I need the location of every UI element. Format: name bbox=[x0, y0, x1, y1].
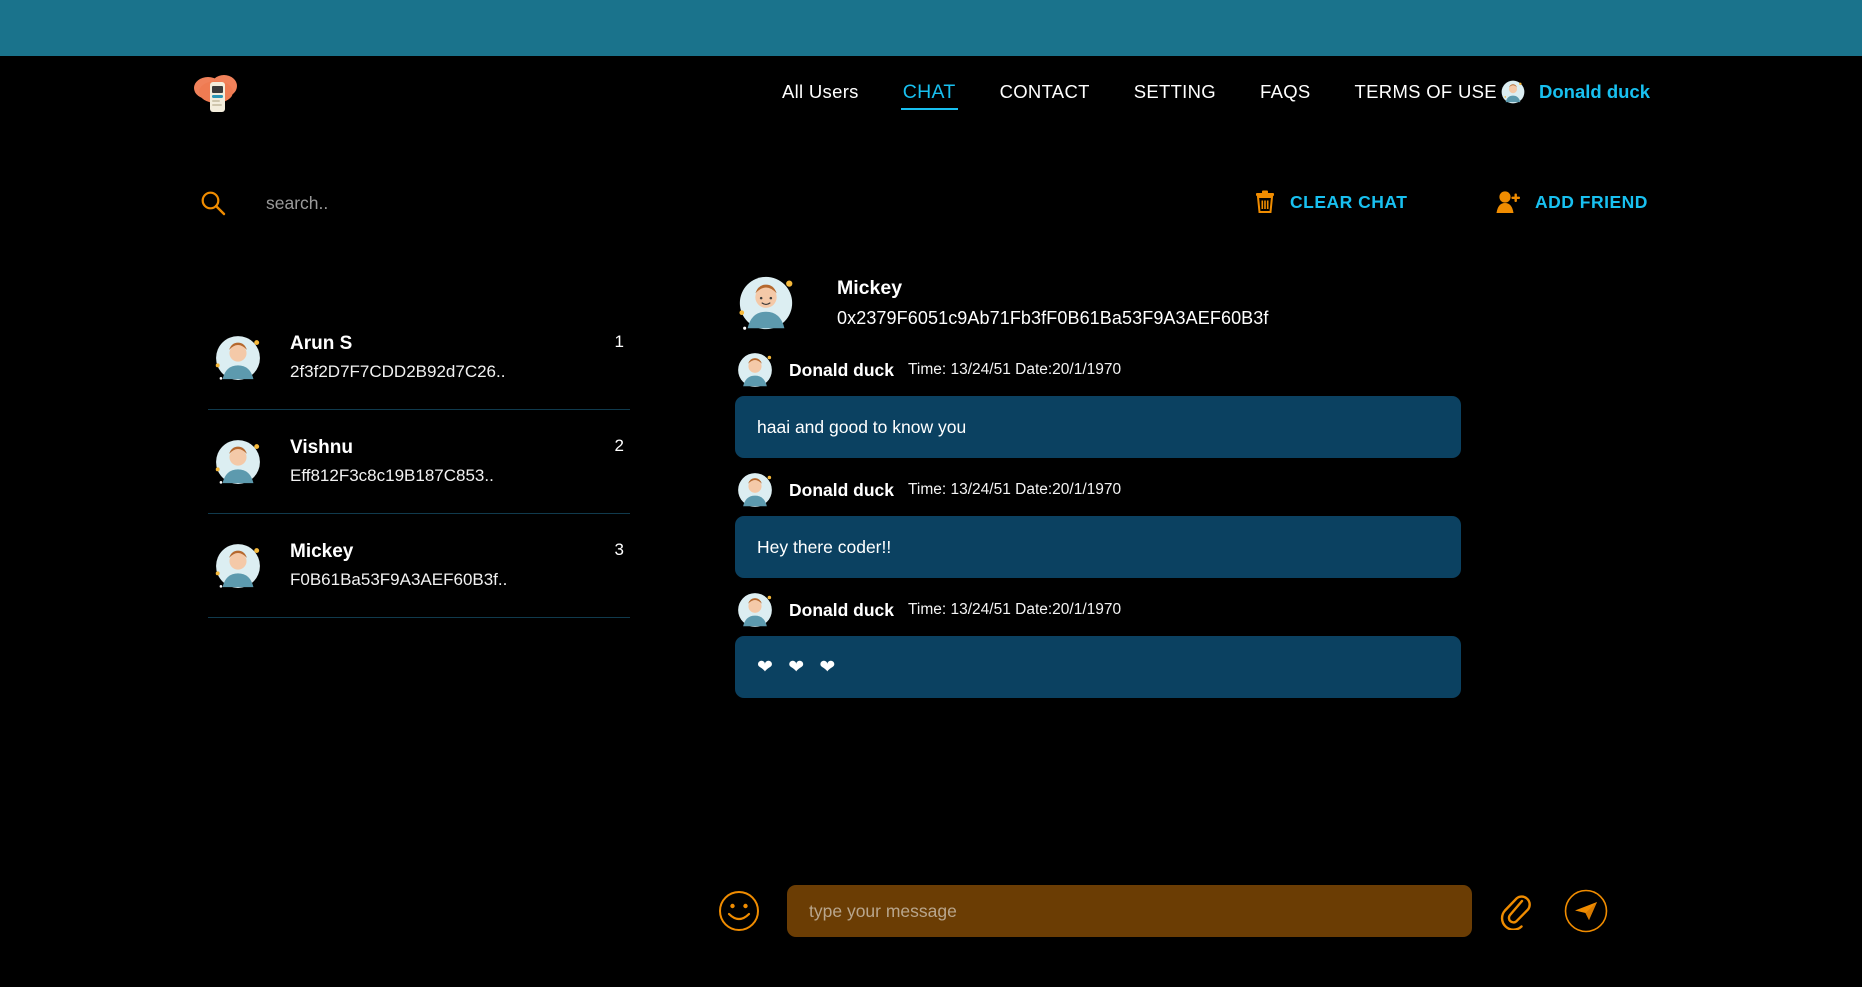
message-timestamp: Time: 13/24/51 Date:20/1/1970 bbox=[908, 601, 1122, 618]
send-paper-plane-icon[interactable] bbox=[1564, 889, 1608, 933]
message-meta: Donald duck Time: 13/24/51 Date:20/1/197… bbox=[735, 470, 1530, 510]
contact-name: Mickey bbox=[290, 541, 354, 562]
message-list: Donald duck Time: 13/24/51 Date:20/1/197… bbox=[730, 350, 1530, 698]
user-avatar-icon bbox=[215, 335, 260, 380]
user-avatar-icon bbox=[1501, 80, 1525, 104]
user-plus-icon bbox=[1496, 191, 1520, 213]
chat-toolbar: CLEAR CHAT ADD FRIEND bbox=[0, 128, 1862, 240]
clear-chat-label: CLEAR CHAT bbox=[1290, 191, 1408, 212]
contact-address: F0B61Ba53F9A3AEF60B3f.. bbox=[290, 570, 508, 589]
top-accent-band bbox=[0, 0, 1862, 56]
nav-all-users[interactable]: All Users bbox=[760, 56, 881, 128]
add-friend-button[interactable]: ADD FRIEND bbox=[1495, 190, 1648, 214]
add-friend-label: ADD FRIEND bbox=[1535, 191, 1648, 212]
contact-index: 3 bbox=[614, 540, 624, 559]
search-icon[interactable] bbox=[200, 190, 226, 216]
main-content: Arun S 2f3f2D7F7CDD2B92d7C26.. 1 Vishnu … bbox=[0, 240, 1862, 987]
contact-index: 2 bbox=[614, 436, 624, 455]
contact-address: 2f3f2D7F7CDD2B92d7C26.. bbox=[290, 362, 506, 381]
contact-name: Arun S bbox=[290, 333, 353, 354]
nav-setting[interactable]: SETTING bbox=[1112, 56, 1238, 128]
nav-contact[interactable]: CONTACT bbox=[978, 56, 1112, 128]
user-avatar-icon bbox=[738, 353, 772, 387]
chat-panel: Mickey 0x2379F6051c9Ab71Fb3fF0B61Ba53F9A… bbox=[730, 240, 1530, 987]
trash-icon bbox=[1256, 190, 1274, 213]
chat-header: Mickey 0x2379F6051c9Ab71Fb3fF0B61Ba53F9A… bbox=[730, 240, 1530, 334]
contact-address: Eff812F3c8c19B187C853.. bbox=[290, 466, 494, 485]
list-item[interactable]: Vishnu Eff812F3c8c19B187C853.. 2 bbox=[208, 410, 630, 514]
cloud-chat-logo-icon[interactable] bbox=[186, 62, 248, 124]
nav-chat[interactable]: CHAT bbox=[881, 56, 978, 128]
message-composer bbox=[718, 880, 1608, 942]
user-avatar-icon bbox=[215, 439, 260, 484]
message-bubble: haai and good to know you bbox=[735, 396, 1461, 458]
clear-chat-button[interactable]: CLEAR CHAT bbox=[1254, 190, 1407, 214]
chat-contact-address: 0x2379F6051c9Ab71Fb3fF0B61Ba53F9A3AEF60B… bbox=[837, 308, 1269, 328]
message-input[interactable] bbox=[787, 885, 1472, 937]
paperclip-icon[interactable] bbox=[1498, 892, 1532, 930]
contact-index: 1 bbox=[614, 332, 624, 351]
message-timestamp: Time: 13/24/51 Date:20/1/1970 bbox=[908, 361, 1122, 378]
message-meta: Donald duck Time: 13/24/51 Date:20/1/197… bbox=[735, 350, 1530, 390]
search-bar bbox=[200, 190, 646, 216]
chat-contact-name: Mickey bbox=[837, 277, 903, 299]
nav-faqs[interactable]: FAQS bbox=[1238, 56, 1333, 128]
nav-terms-of-use[interactable]: TERMS OF USE bbox=[1333, 56, 1519, 128]
smiley-face-icon[interactable] bbox=[718, 890, 760, 932]
user-avatar-icon bbox=[738, 473, 772, 507]
user-avatar-icon bbox=[738, 593, 772, 627]
message-bubble: Hey there coder!! bbox=[735, 516, 1461, 578]
message-sender: Donald duck bbox=[789, 479, 895, 500]
message-bubble: ❤ ❤ ❤ bbox=[735, 636, 1461, 698]
contact-name: Vishnu bbox=[290, 437, 353, 458]
message-timestamp: Time: 13/24/51 Date:20/1/1970 bbox=[908, 481, 1122, 498]
message-sender: Donald duck bbox=[789, 599, 895, 620]
message-sender: Donald duck bbox=[789, 359, 895, 380]
profile-menu[interactable]: Donald duck bbox=[1500, 56, 1650, 128]
user-avatar-icon bbox=[739, 276, 793, 330]
search-input[interactable] bbox=[266, 192, 646, 214]
message-meta: Donald duck Time: 13/24/51 Date:20/1/197… bbox=[735, 590, 1530, 630]
list-item[interactable]: Mickey F0B61Ba53F9A3AEF60B3f.. 3 bbox=[208, 514, 630, 618]
contacts-list: Arun S 2f3f2D7F7CDD2B92d7C26.. 1 Vishnu … bbox=[208, 306, 630, 618]
user-avatar-icon bbox=[215, 543, 260, 588]
profile-name: Donald duck bbox=[1539, 81, 1651, 102]
list-item[interactable]: Arun S 2f3f2D7F7CDD2B92d7C26.. 1 bbox=[208, 306, 630, 410]
navbar: All Users CHAT CONTACT SETTING FAQS TERM… bbox=[0, 56, 1862, 128]
nav-links: All Users CHAT CONTACT SETTING FAQS TERM… bbox=[760, 56, 1519, 128]
